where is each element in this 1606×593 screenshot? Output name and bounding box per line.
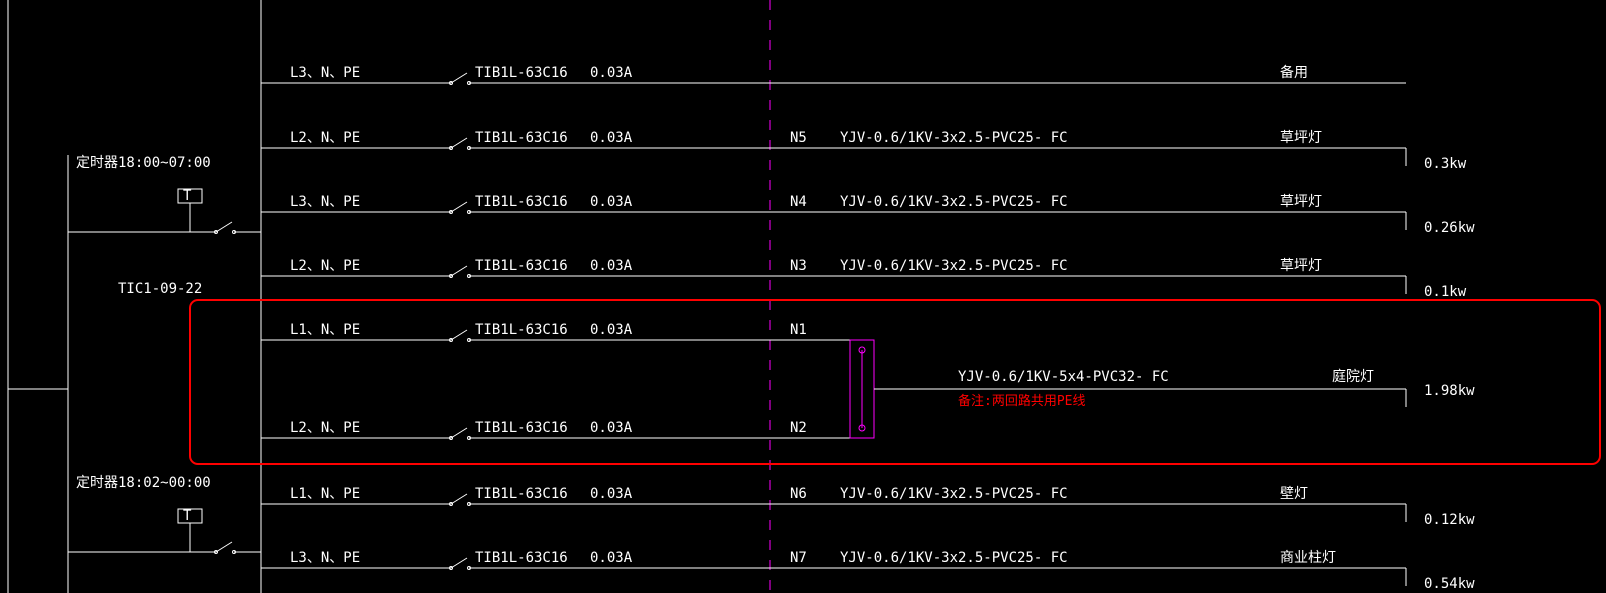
circuit-id: N1 [790,322,807,338]
power-label: 0.12kw [1424,512,1475,528]
amp-label: 0.03A [590,486,633,502]
amp-label: 0.03A [590,194,633,210]
cable-label: YJV-0.6/1KV-3x2.5-PVC25- FC [840,550,1068,566]
phase-label: L2、N、PE [290,258,360,274]
load-label: 壁灯 [1280,486,1308,502]
breaker-label: TIB1L-63C16 [475,550,568,566]
timer2-label: 定时器18:02~00:00 [76,475,211,491]
combined-note: 备注:两回路共用PE线 [958,393,1085,409]
cable-label: YJV-0.6/1KV-3x2.5-PVC25- FC [840,130,1068,146]
circuit-id: N6 [790,486,807,502]
circuit-id: N5 [790,130,807,146]
phase-label: L3、N、PE [290,65,360,81]
cable-label: YJV-0.6/1KV-3x2.5-PVC25- FC [840,194,1068,210]
highlight-box [190,300,1600,464]
amp-label: 0.03A [590,322,633,338]
circuit-id: N2 [790,420,807,436]
load-label: 商业柱灯 [1280,550,1336,566]
timer1-label: 定时器18:00~07:00 [76,155,211,171]
combined-load: 庭院灯 [1332,368,1374,385]
load-label: 备用 [1280,64,1308,81]
breaker-label: TIB1L-63C16 [475,194,568,210]
breaker-label: TIB1L-63C16 [475,486,568,502]
phase-label: L3、N、PE [290,194,360,210]
phase-label: L1、N、PE [290,486,360,502]
breaker-label: TIB1L-63C16 [475,65,568,81]
breaker-label: TIB1L-63C16 [475,130,568,146]
power-label: 0.26kw [1424,220,1475,236]
phase-label: L2、N、PE [290,130,360,146]
load-label: 草坪灯 [1280,258,1322,274]
power-label: 0.1kw [1424,284,1467,300]
phase-label: L3、N、PE [290,550,360,566]
amp-label: 0.03A [590,258,633,274]
phase-label: L1、N、PE [290,322,360,338]
breaker-label: TIB1L-63C16 [475,420,568,436]
timer1-id: TIC1-09-22 [118,281,202,297]
breaker-label: TIB1L-63C16 [475,258,568,274]
circuit-id: N7 [790,550,807,566]
svg-text:T: T [183,508,192,524]
load-label: 草坪灯 [1280,130,1322,146]
circuit-id: N4 [790,194,807,210]
cable-label: YJV-0.6/1KV-3x2.5-PVC25- FC [840,258,1068,274]
load-label: 草坪灯 [1280,194,1322,210]
svg-text:T: T [183,188,192,204]
breaker-label: TIB1L-63C16 [475,322,568,338]
power-label: 0.3kw [1424,156,1467,172]
amp-label: 0.03A [590,130,633,146]
circuit-id: N3 [790,258,807,274]
combined-cable: YJV-0.6/1KV-5x4-PVC32- FC [958,369,1169,385]
cable-label: YJV-0.6/1KV-3x2.5-PVC25- FC [840,486,1068,502]
phase-label: L2、N、PE [290,420,360,436]
electrical-diagram: 定时器18:00~07:00 T TIC1-09-22 定时器18:02~00:00 T… [0,0,1606,593]
amp-label: 0.03A [590,420,633,436]
amp-label: 0.03A [590,550,633,566]
combined-power: 1.98kw [1424,383,1475,399]
amp-label: 0.03A [590,65,633,81]
power-label: 0.54kw [1424,576,1475,592]
